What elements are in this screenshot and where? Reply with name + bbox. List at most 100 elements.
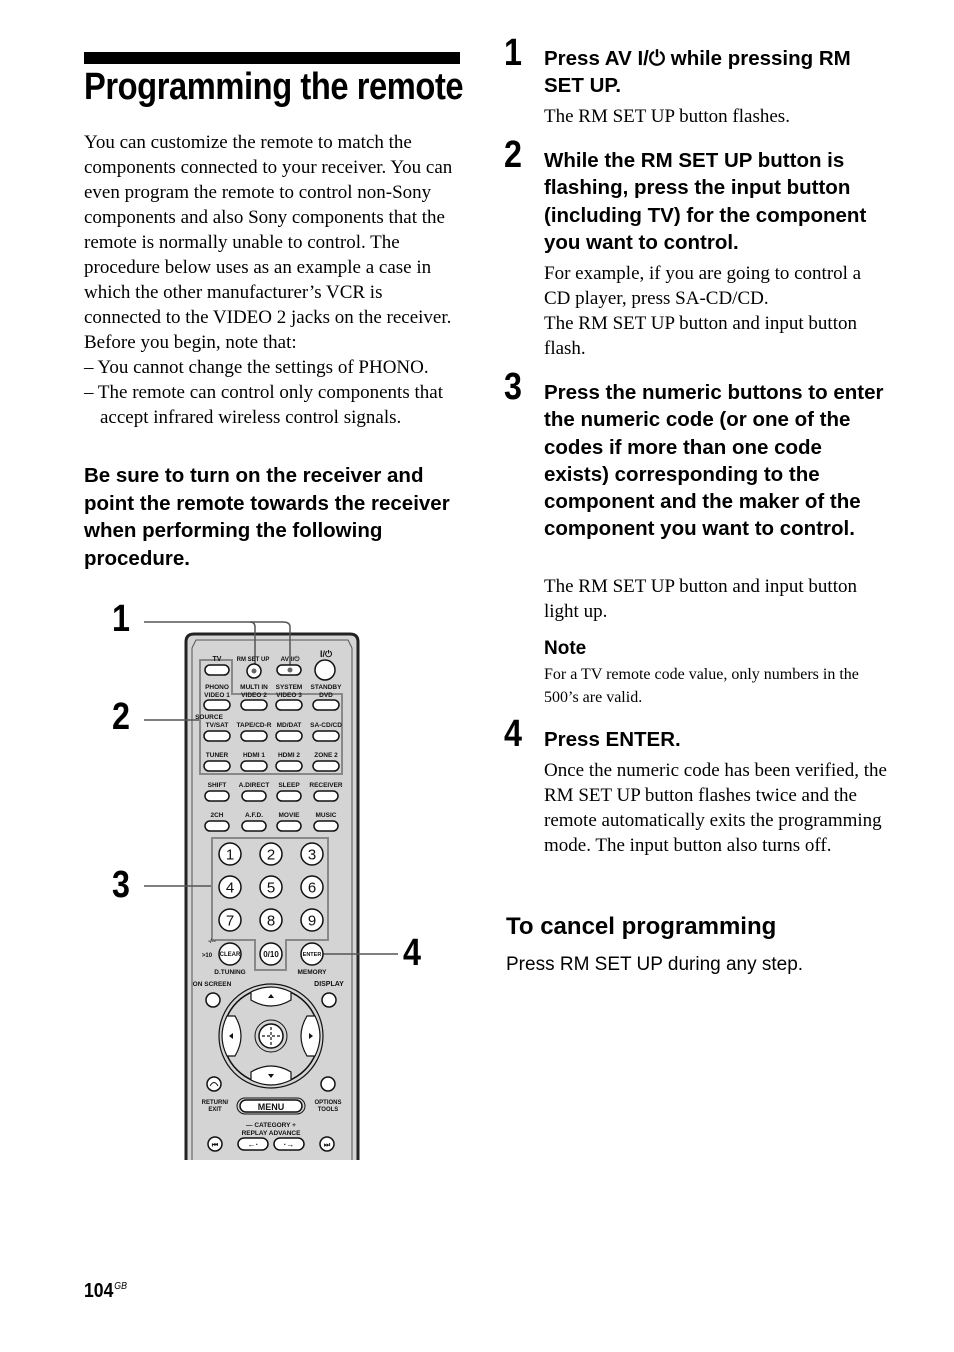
- afd-button[interactable]: [241, 820, 267, 832]
- zero-ten-label: 0/10: [263, 950, 279, 959]
- input-button-tapecdr[interactable]: [240, 730, 268, 742]
- category-label: — CATEGORY +: [246, 1122, 296, 1129]
- step-number: 3: [504, 366, 522, 408]
- step-body: Once the numeric code has been verified,…: [544, 758, 889, 858]
- input-label: VIDEO 1: [204, 692, 230, 699]
- page-number: 104GB: [84, 1280, 127, 1303]
- replay-icon: ←·: [248, 1140, 259, 1149]
- input-button-video3[interactable]: [275, 699, 303, 711]
- input-button-hdmi2[interactable]: [275, 760, 303, 772]
- 2ch-button[interactable]: [204, 820, 230, 832]
- note-title: Note: [544, 638, 587, 659]
- intro-section: You can customize the remote to match th…: [84, 130, 464, 430]
- function-label: SHIFT: [208, 782, 227, 789]
- rm-set-up-indicator: [251, 668, 257, 674]
- function-label: MOVIE: [279, 812, 301, 819]
- input-button-tuner[interactable]: [203, 760, 231, 772]
- replay-advance-label: REPLAY ADVANCE: [242, 1130, 302, 1137]
- step-number: 1: [504, 32, 522, 74]
- step-number: 4: [504, 713, 522, 755]
- input-label: MD/DAT: [277, 722, 302, 729]
- step-body-text: Once the numeric code has been verified,…: [544, 760, 887, 856]
- warning-text: Be sure to turn on the receiver and poin…: [84, 464, 450, 570]
- page-number-value: 104: [84, 1280, 114, 1302]
- step-heading: While the RM SET UP button is flashing, …: [544, 149, 867, 254]
- step-body: The RM SET UP button flashes.: [544, 104, 889, 129]
- digit-label: 4: [226, 880, 234, 897]
- digit-label: 8: [267, 913, 275, 930]
- input-label: HDMI 2: [278, 752, 300, 759]
- return-label: RETURN/: [202, 1100, 229, 1106]
- return-button[interactable]: [206, 1076, 222, 1092]
- tv-label: TV: [213, 656, 222, 663]
- movie-button[interactable]: [276, 820, 302, 832]
- input-button-video1[interactable]: [203, 699, 231, 711]
- intro-bullet: – The remote can control only components…: [84, 382, 443, 428]
- av-power-label: AV I/⏻: [280, 655, 300, 663]
- digit-label: 9: [308, 913, 316, 930]
- function-label: 2CH: [210, 812, 223, 819]
- input-button-hdmi1[interactable]: [240, 760, 268, 772]
- tv-button[interactable]: [204, 664, 230, 676]
- dash-label: -/--: [208, 939, 216, 945]
- input-label-top: SYSTEM: [276, 684, 303, 691]
- function-label: RECEIVER: [309, 782, 343, 789]
- input-button-zone2[interactable]: [312, 760, 340, 772]
- digit-label: 2: [267, 847, 275, 864]
- receiver-button[interactable]: [313, 790, 339, 802]
- function-label: MUSIC: [316, 812, 337, 819]
- options-label: OPTIONS: [314, 1100, 341, 1106]
- digit-label: 6: [308, 880, 316, 897]
- enter-label: ENTER: [303, 952, 322, 958]
- step-heading: Press ENTER.: [544, 728, 681, 751]
- intro-paragraph: You can customize the remote to match th…: [84, 132, 453, 328]
- input-label: VIDEO 3: [276, 692, 302, 699]
- input-label-top: PHONO: [205, 684, 229, 691]
- input-button-tvsat[interactable]: [203, 730, 231, 742]
- intro-bullet: – You cannot change the settings of PHON…: [84, 357, 429, 378]
- input-label: TV/SAT: [206, 722, 229, 729]
- display-label: DISPLAY: [314, 981, 344, 988]
- digit-label: 3: [308, 847, 316, 864]
- adirect-button[interactable]: [241, 790, 267, 802]
- options-button[interactable]: [320, 1076, 336, 1092]
- clear-label: CLEAR: [220, 952, 241, 958]
- rm-set-up-label: RM SET UP: [237, 657, 270, 663]
- step-body: The RM SET UP button and input button li…: [544, 574, 889, 624]
- input-label: TAPE/CD-R: [237, 722, 272, 729]
- input-label: VIDEO 2: [241, 692, 267, 699]
- system-power-label: I/⏻: [320, 649, 333, 659]
- memory-label: MEMORY: [297, 969, 327, 976]
- cancel-text: Press RM SET UP during any step.: [506, 954, 804, 975]
- on-screen-label: ON SCREEN: [193, 981, 232, 988]
- shift-button[interactable]: [204, 790, 230, 802]
- input-label-top: MULTI IN: [240, 684, 268, 691]
- step-number: 2: [504, 134, 522, 176]
- input-button-sacdcd[interactable]: [312, 730, 340, 742]
- av-power-indicator: [287, 667, 293, 673]
- music-button[interactable]: [313, 820, 339, 832]
- input-label: ZONE 2: [314, 752, 338, 759]
- input-button-mddat[interactable]: [275, 730, 303, 742]
- function-label: A.F.D.: [245, 812, 263, 819]
- page-title: Programming the remote: [84, 66, 464, 108]
- step-body: For example, if you are going to control…: [544, 261, 889, 361]
- d-tuning-label: D.TUNING: [214, 969, 245, 976]
- input-button-dvd[interactable]: [312, 699, 340, 711]
- intro-before-begin: Before you begin, note that:: [84, 332, 297, 353]
- display-button[interactable]: [321, 992, 337, 1008]
- input-button-video2[interactable]: [240, 699, 268, 711]
- exit-label: EXIT: [208, 1107, 222, 1113]
- system-power-button[interactable]: [314, 659, 336, 681]
- digit-label: 7: [226, 913, 234, 930]
- page-number-suffix: GB: [114, 1281, 127, 1292]
- input-label: DVD: [319, 692, 333, 699]
- source-label: SOURCE: [195, 714, 223, 721]
- step-heading: Press the numeric buttons to enter the n…: [544, 381, 884, 541]
- step-body-text: For example, if you are going to control…: [544, 263, 862, 309]
- on-screen-button[interactable]: [205, 992, 221, 1008]
- sleep-button[interactable]: [276, 790, 302, 802]
- title-rule: [84, 52, 460, 64]
- step-body-text: The RM SET UP button flashes.: [544, 106, 790, 127]
- input-label-top: STANDBY: [311, 684, 343, 691]
